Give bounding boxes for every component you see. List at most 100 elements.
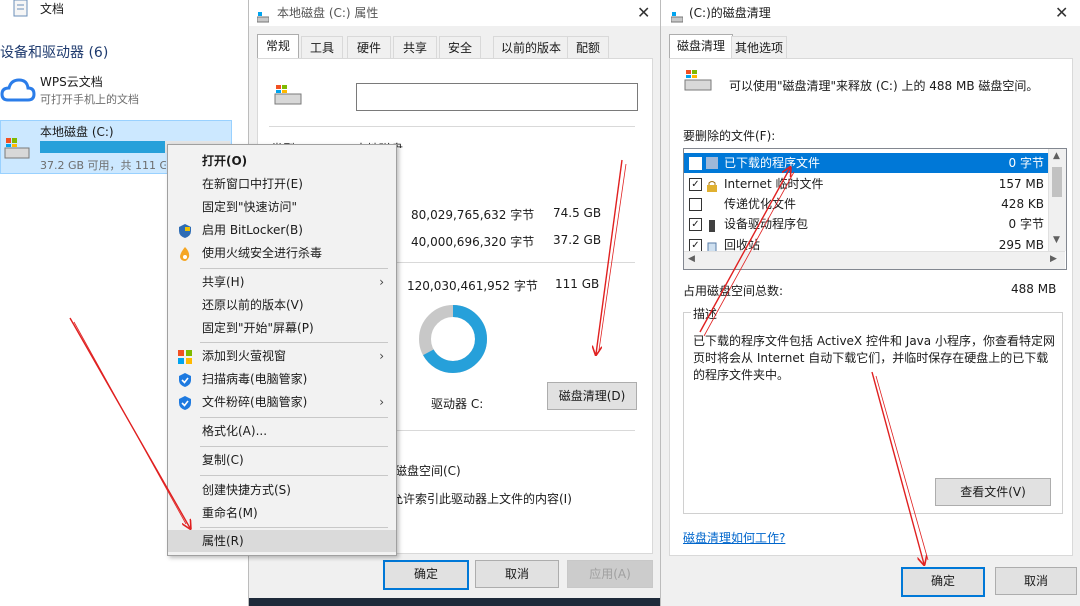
drive-free-text: 37.2 GB 可用，共 111 G <box>40 159 166 172</box>
chevron-down-icon[interactable]: ▼ <box>1053 235 1060 245</box>
drive-small-icon <box>670 7 684 23</box>
files-list: ✓ 已下载的程序文件 0 字节 ✓ Internet 临时文件 157 MB 传递优… <box>683 148 1067 270</box>
wps-cloud-title[interactable]: WPS云文档 <box>40 73 103 90</box>
menu-item-format[interactable]: 格式化(A)... <box>168 420 396 442</box>
tab-sharing[interactable]: 共享 <box>393 36 437 59</box>
divider <box>389 262 635 263</box>
file-row-internet-temp[interactable]: ✓ Internet 临时文件 157 MB <box>684 174 1050 194</box>
devices-header[interactable]: 设备和驱动器 (6) <box>0 42 108 62</box>
close-icon[interactable]: ✕ <box>637 0 650 26</box>
menu-item-properties[interactable]: 属性(R) <box>168 530 396 552</box>
tab-quota[interactable]: 配额 <box>567 36 609 59</box>
ok-button[interactable]: 确定 <box>383 560 469 590</box>
checkbox[interactable]: ✓ <box>689 218 702 231</box>
device-driver-icon <box>706 218 718 232</box>
apply-button[interactable]: 应用(A) <box>567 560 653 588</box>
recycle-bin-icon <box>706 239 718 254</box>
cleanup-drive-icon <box>683 68 713 94</box>
documents-label[interactable]: 文档 <box>40 0 64 17</box>
menu-item-open-new-window[interactable]: 在新窗口中打开(E) <box>168 173 396 195</box>
menu-item-shred-file[interactable]: 文件粉碎(电脑管家) › <box>168 391 396 413</box>
drive-small-icon <box>256 7 270 23</box>
menu-item-scan-virus[interactable]: 扫描病毒(电脑管家) <box>168 368 396 390</box>
context-menu: 打开(O) 在新窗口中打开(E) 固定到"快速访问" 启用 BitLocker(… <box>167 144 397 556</box>
how-cleanup-works-link[interactable]: 磁盘清理如何工作? <box>683 529 785 546</box>
menu-item-rename[interactable]: 重命名(M) <box>168 502 396 524</box>
divider <box>269 126 635 127</box>
menu-item-add-to-viewer[interactable]: 添加到火萤视窗 › <box>168 345 396 367</box>
menu-item-pin-start[interactable]: 固定到"开始"屏幕(P) <box>168 317 396 339</box>
menu-item-open[interactable]: 打开(O) <box>168 150 396 172</box>
menu-item-copy[interactable]: 复制(C) <box>168 449 396 471</box>
guard-shield-icon <box>178 372 192 387</box>
file-row-delivery-optimization[interactable]: 传递优化文件 428 KB <box>684 194 1050 214</box>
menu-item-restore-versions[interactable]: 还原以前的版本(V) <box>168 294 396 316</box>
disk-cleanup-button[interactable]: 磁盘清理(D) <box>547 382 637 410</box>
cleanup-intro: 可以使用"磁盘清理"来释放 (C:) 上的 488 MB 磁盘空间。 <box>729 79 1039 93</box>
checkbox[interactable] <box>689 198 702 211</box>
cleanup-title: (C:)的磁盘清理 <box>689 6 771 20</box>
cancel-button[interactable]: 取消 <box>995 567 1077 595</box>
files-to-delete-label: 要删除的文件(F): <box>683 129 776 143</box>
horizontal-scrollbar[interactable]: ◀ ▶ <box>684 251 1065 269</box>
tab-previous-versions[interactable]: 以前的版本 <box>493 36 569 59</box>
vertical-scrollbar[interactable]: ▲ ▼ <box>1048 149 1066 251</box>
total-space-label: 占用磁盘空间总数: <box>683 284 784 298</box>
ok-button[interactable]: 确定 <box>901 567 985 597</box>
description-line-2: 页时将会从 Internet 自动下载它们，并临时保存在硬盘上的已下载 <box>693 351 1049 365</box>
flame-icon <box>178 246 192 261</box>
windows-grid-icon <box>178 349 192 364</box>
menu-separator <box>200 527 388 528</box>
wps-cloud-subtitle: 可打开手机上的文档 <box>40 93 139 106</box>
document-folder-icon <box>12 0 30 20</box>
description-label: 描述 <box>691 305 720 322</box>
menu-item-pin-quick-access[interactable]: 固定到"快速访问" <box>168 196 396 218</box>
used-bytes: 80,029,765,632 字节 <box>411 208 535 222</box>
total-space-value: 488 MB <box>1011 282 1057 296</box>
chevron-left-icon[interactable]: ◀ <box>688 254 695 264</box>
tab-hardware[interactable]: 硬件 <box>347 36 391 59</box>
free-bytes: 40,000,696,320 字节 <box>411 235 535 249</box>
close-icon[interactable]: ✕ <box>1055 0 1068 26</box>
cancel-button[interactable]: 取消 <box>475 560 559 588</box>
chevron-up-icon[interactable]: ▲ <box>1053 151 1060 161</box>
properties-title: 本地磁盘 (C:) 属性 <box>277 6 379 20</box>
menu-separator <box>200 417 388 418</box>
scrollbar-thumb[interactable] <box>1052 167 1062 197</box>
blank-file-icon <box>706 198 718 210</box>
file-row-driver-packages[interactable]: ✓ 设备驱动程序包 0 字节 <box>684 214 1050 234</box>
menu-item-create-shortcut[interactable]: 创建快捷方式(S) <box>168 479 396 501</box>
tab-more-options[interactable]: 其他选项 <box>731 36 787 59</box>
cleanup-titlebar[interactable]: (C:)的磁盘清理 ✕ <box>661 0 1080 26</box>
menu-item-share[interactable]: 共享(H) › <box>168 271 396 293</box>
chevron-right-icon[interactable]: ▶ <box>1050 254 1057 264</box>
drive-large-icon <box>273 84 303 108</box>
description-line-3: 的程序文件夹中。 <box>693 368 790 382</box>
index-option-text[interactable]: 允许索引此驱动器上文件的内容(I) <box>391 490 572 507</box>
capacity-gb: 111 GB <box>555 277 600 291</box>
drive-name-input[interactable] <box>356 83 638 111</box>
compress-option-text[interactable]: 磁盘空间(C) <box>395 462 461 479</box>
folder-icon <box>706 157 718 169</box>
checkbox[interactable]: ✓ <box>689 178 702 191</box>
menu-item-huorong-scan[interactable]: 使用火绒安全进行杀毒 <box>168 242 396 264</box>
lock-icon <box>706 178 718 192</box>
taskbar-strip <box>249 598 661 606</box>
tab-security[interactable]: 安全 <box>439 36 481 59</box>
view-files-button[interactable]: 查看文件(V) <box>935 478 1051 506</box>
checkbox[interactable]: ✓ <box>689 157 702 170</box>
chevron-right-icon: › <box>379 275 384 289</box>
divider <box>389 430 635 431</box>
tab-general[interactable]: 常规 <box>257 34 299 60</box>
menu-separator <box>200 475 388 476</box>
tab-tools[interactable]: 工具 <box>301 36 343 59</box>
menu-separator <box>200 446 388 447</box>
chevron-right-icon: › <box>379 395 384 409</box>
tab-disk-cleanup[interactable]: 磁盘清理 <box>669 34 733 60</box>
menu-item-bitlocker[interactable]: 启用 BitLocker(B) <box>168 219 396 241</box>
properties-titlebar[interactable]: 本地磁盘 (C:) 属性 ✕ <box>249 0 661 26</box>
file-row-downloaded-programs[interactable]: ✓ 已下载的程序文件 0 字节 <box>684 153 1050 173</box>
drive-title: 本地磁盘 (C:) <box>40 125 114 139</box>
guard-shield-icon <box>178 395 192 410</box>
chevron-right-icon: › <box>379 349 384 363</box>
